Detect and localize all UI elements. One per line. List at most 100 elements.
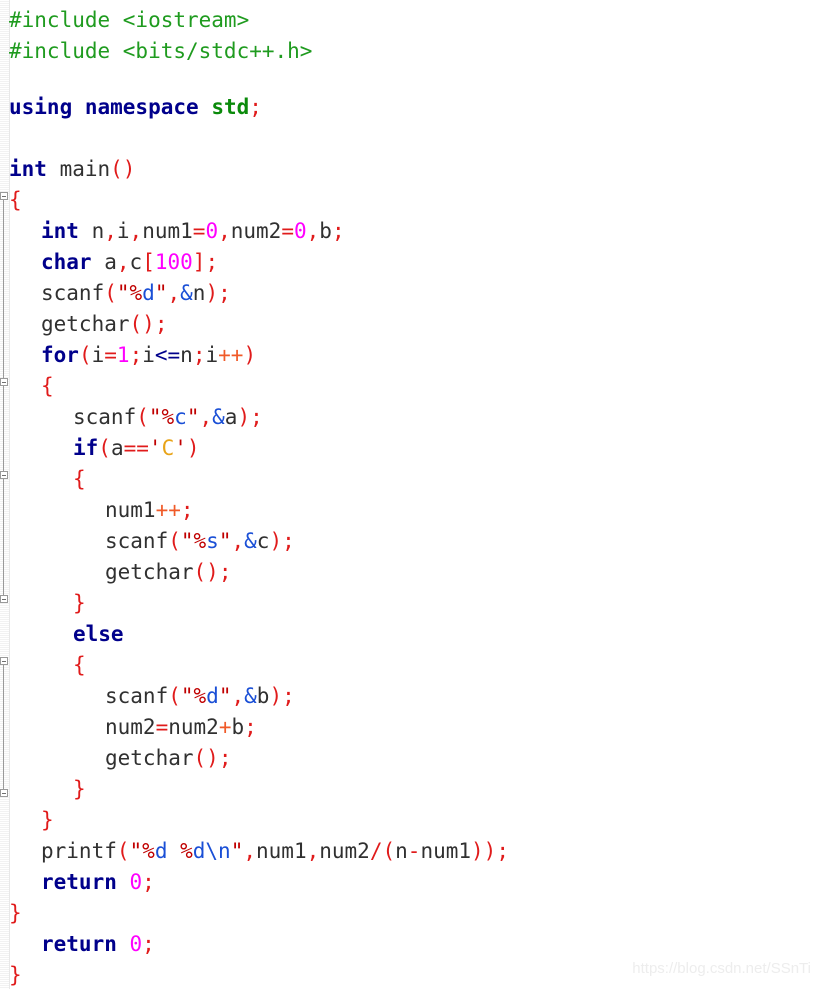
code-token: ) <box>186 436 200 460</box>
code-token: " <box>186 405 200 429</box>
code-token: ++ <box>218 343 244 367</box>
watermark-url: https://blog.csdn.net/SSnTi <box>632 960 811 977</box>
code-token: , <box>231 529 245 553</box>
code-token: return <box>41 870 117 894</box>
code-token: { <box>41 374 54 398</box>
code-line[interactable]: else <box>0 619 821 650</box>
code-line[interactable]: { <box>0 650 821 681</box>
code-token: b <box>319 219 332 243</box>
code-token: , <box>116 250 130 274</box>
code-line[interactable]: return 0; <box>0 867 821 898</box>
code-token: ; <box>142 932 155 956</box>
code-token: getchar <box>105 746 194 770</box>
code-token: { <box>73 653 86 677</box>
code-token: 0 <box>205 219 219 243</box>
code-token: ( <box>104 281 117 305</box>
code-token: n <box>192 281 206 305</box>
code-token: { <box>9 188 22 212</box>
code-line[interactable]: getchar(); <box>0 557 821 588</box>
code-token: 0 <box>129 870 143 894</box>
code-line[interactable]: num1++; <box>0 495 821 526</box>
code-line[interactable]: num2=num2+b; <box>0 712 821 743</box>
code-token: "% <box>180 684 207 708</box>
code-line[interactable]: scanf("%c",&a); <box>0 402 821 433</box>
code-line[interactable]: scanf("%d",&b); <box>0 681 821 712</box>
code-token: ) <box>243 343 257 367</box>
code-line[interactable]: scanf("%s",&c); <box>0 526 821 557</box>
code-token: () <box>129 312 155 336</box>
code-token: "% <box>116 281 143 305</box>
code-line[interactable]: } <box>0 774 821 805</box>
code-token: for <box>41 343 79 367</box>
code-token: n <box>395 839 408 863</box>
code-token: , <box>129 219 143 243</box>
code-token: ( <box>136 405 149 429</box>
code-line[interactable]: int n,i,num1=0,num2=0,b; <box>0 216 821 247</box>
code-listing[interactable]: #include <iostream> #include <bits/stdc++… <box>0 0 821 989</box>
code-token: , <box>306 839 320 863</box>
code-token: ; <box>250 405 263 429</box>
code-token: "% <box>180 529 207 553</box>
code-line[interactable]: scanf("%d",&n); <box>0 278 821 309</box>
code-token: #include <iostream> <box>9 8 250 32</box>
code-token: d <box>206 684 219 708</box>
code-line[interactable]: } <box>0 805 821 836</box>
code-token: i <box>205 343 219 367</box>
code-line[interactable]: #include <bits/stdc++.h> <box>0 36 821 67</box>
code-line[interactable]: { <box>0 371 821 402</box>
code-token: " <box>154 281 168 305</box>
code-token: C <box>161 436 175 460</box>
code-token: num1 <box>420 839 472 863</box>
code-line[interactable]: using namespace std; <box>0 92 821 123</box>
code-token: ; <box>218 560 232 584</box>
code-token: n <box>180 343 193 367</box>
code-line[interactable] <box>0 123 821 154</box>
code-editor[interactable]: #include <iostream> #include <bits/stdc++… <box>0 0 821 989</box>
code-token: , <box>231 684 245 708</box>
code-line[interactable]: if(a=='C') <box>0 433 821 464</box>
code-line[interactable]: { <box>0 185 821 216</box>
code-token: d\n <box>192 839 231 863</box>
code-line[interactable]: } <box>0 588 821 619</box>
code-token: , <box>167 281 181 305</box>
code-token: n <box>78 219 105 243</box>
code-token: std <box>211 95 250 119</box>
code-token: } <box>73 777 86 801</box>
code-token: [ <box>142 250 155 274</box>
code-line[interactable]: printf("%d %d\n",num1,num2/(n-num1)); <box>0 836 821 867</box>
code-token: if <box>73 436 99 460</box>
code-token: char <box>41 250 92 274</box>
code-token: , <box>218 219 231 243</box>
code-line[interactable]: { <box>0 464 821 495</box>
code-token: & <box>212 405 225 429</box>
code-token: ; <box>282 684 295 708</box>
code-token: getchar <box>41 312 130 336</box>
code-line[interactable]: char a,c[100]; <box>0 247 821 278</box>
code-line[interactable]: #include <iostream> <box>0 5 821 36</box>
code-token: = <box>281 219 294 243</box>
code-line[interactable]: } <box>0 898 821 929</box>
code-line[interactable]: int main() <box>0 154 821 185</box>
code-token: 0 <box>129 932 143 956</box>
code-line[interactable]: getchar(); <box>0 743 821 774</box>
code-token: ; <box>142 870 155 894</box>
code-line[interactable]: return 0; <box>0 929 821 960</box>
code-token: = <box>155 715 169 739</box>
code-token: ++ <box>155 498 181 522</box>
code-token: printf <box>41 839 117 863</box>
code-line[interactable]: for(i=1;i<=n;i++) <box>0 340 821 371</box>
code-token: ' <box>174 436 187 460</box>
code-token: num1 <box>142 219 193 243</box>
code-token: % <box>167 839 193 863</box>
code-token: a <box>110 436 124 460</box>
code-line[interactable]: getchar(); <box>0 309 821 340</box>
code-token: b <box>231 715 245 739</box>
code-token: c <box>129 250 143 274</box>
code-token: & <box>244 684 257 708</box>
code-token: () <box>110 157 136 181</box>
code-token: a <box>224 405 238 429</box>
code-token: scanf <box>105 684 169 708</box>
code-token: ( <box>168 684 181 708</box>
